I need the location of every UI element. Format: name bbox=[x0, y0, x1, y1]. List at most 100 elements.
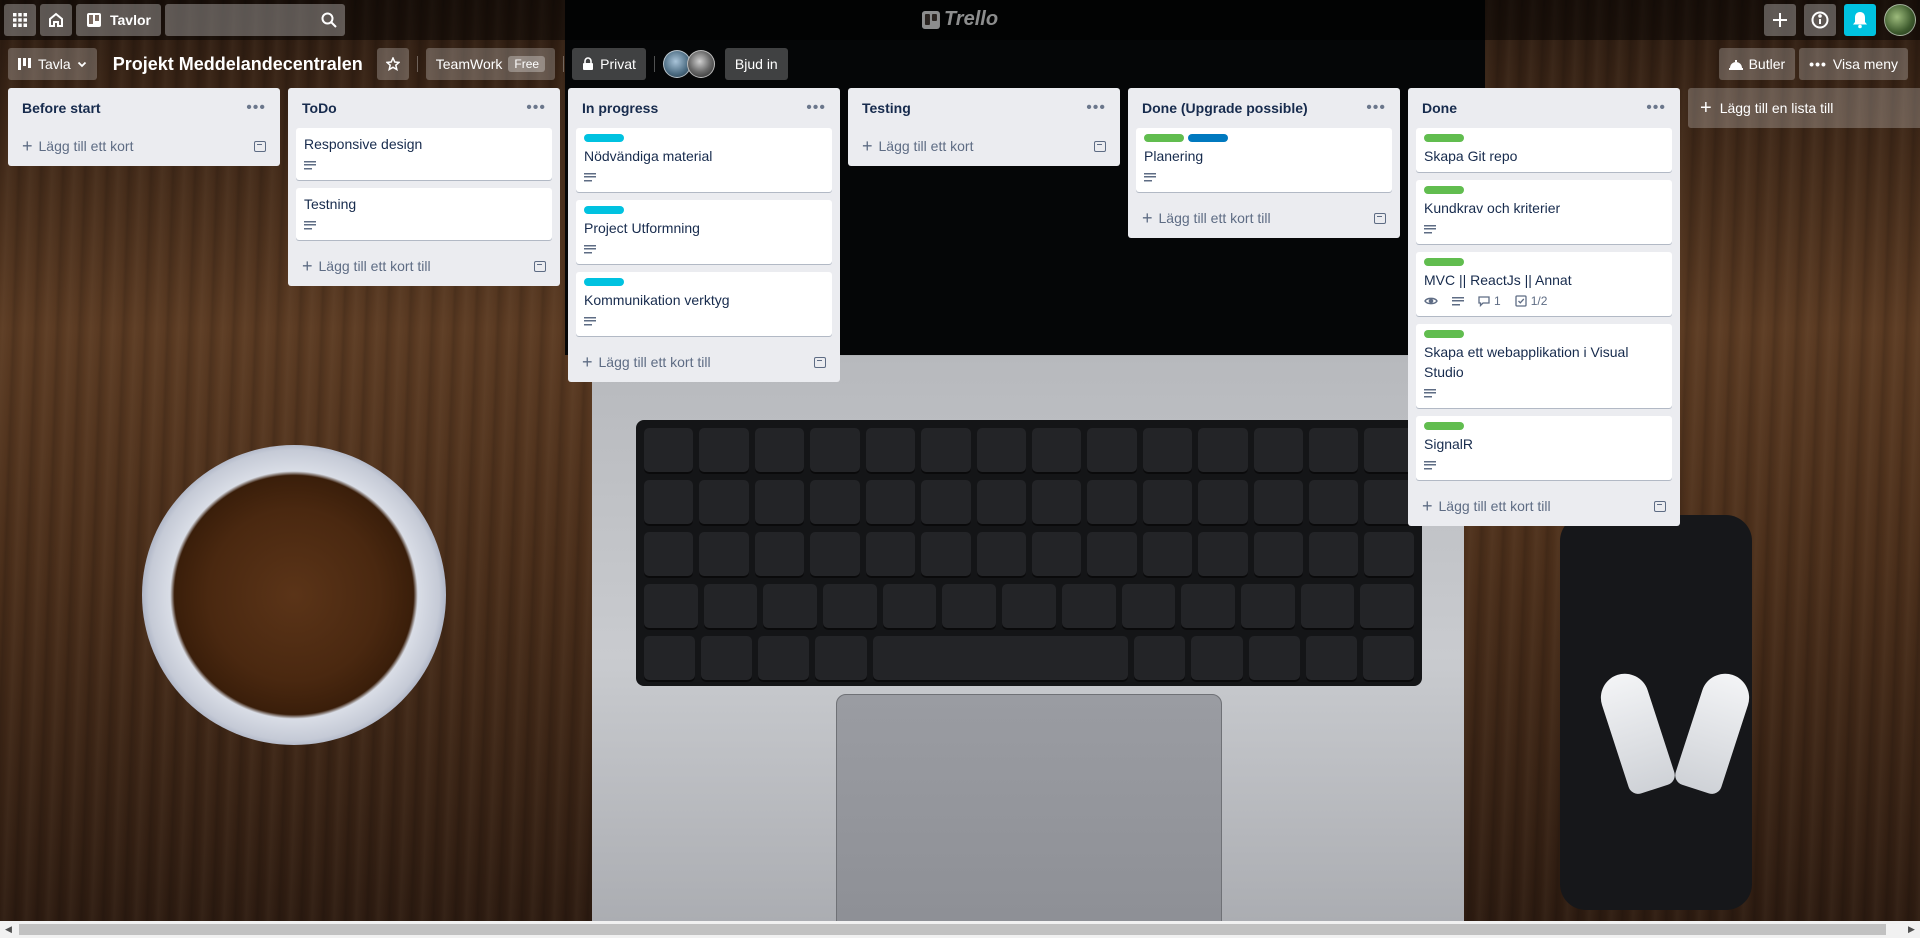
plus-icon bbox=[1773, 13, 1787, 27]
list-menu-icon[interactable]: ••• bbox=[1366, 99, 1386, 117]
card-badges bbox=[1424, 454, 1664, 476]
lock-icon bbox=[583, 57, 594, 70]
card-label[interactable] bbox=[584, 134, 624, 142]
list-menu-icon[interactable]: ••• bbox=[246, 99, 266, 117]
description-icon bbox=[584, 316, 596, 326]
info-icon bbox=[1811, 11, 1829, 29]
create-button[interactable] bbox=[1764, 4, 1796, 36]
card-label[interactable] bbox=[1424, 330, 1464, 338]
scroll-right-arrow-icon[interactable]: ▶ bbox=[1903, 921, 1920, 938]
add-card-button[interactable]: + Lägg till ett kort till bbox=[1416, 488, 1672, 524]
board-title[interactable]: Projekt Meddelandecentralen bbox=[113, 54, 363, 75]
add-card-label: Lägg till ett kort till bbox=[318, 258, 431, 274]
notifications-button[interactable] bbox=[1844, 4, 1876, 36]
butler-button[interactable]: Butler bbox=[1718, 48, 1796, 80]
card-template-icon[interactable] bbox=[254, 140, 266, 152]
card[interactable]: Testning bbox=[296, 188, 552, 240]
list-title[interactable]: In progress bbox=[582, 100, 658, 116]
list-header[interactable]: Before start ••• bbox=[16, 88, 272, 128]
card-template-icon[interactable] bbox=[1094, 140, 1106, 152]
list-header[interactable]: In progress ••• bbox=[576, 88, 832, 128]
boards-button[interactable]: Tavlor bbox=[76, 4, 161, 36]
list-title[interactable]: Testing bbox=[862, 100, 911, 116]
card-label[interactable] bbox=[1424, 422, 1464, 430]
bell-icon bbox=[1853, 12, 1867, 29]
plus-icon: + bbox=[1422, 495, 1433, 516]
add-card-button[interactable]: + Lägg till ett kort till bbox=[296, 248, 552, 284]
card-label[interactable] bbox=[1424, 258, 1464, 266]
list-header[interactable]: ToDo ••• bbox=[296, 88, 552, 128]
plus-icon: + bbox=[862, 135, 873, 156]
card-template-icon[interactable] bbox=[1374, 212, 1386, 224]
add-list-button[interactable]: + Lägg till en lista till bbox=[1688, 88, 1920, 128]
list-in-progress: In progress ••• Nödvändiga material Proj… bbox=[568, 88, 840, 382]
butler-label: Butler bbox=[1748, 56, 1786, 72]
description-icon bbox=[304, 160, 316, 170]
star-board-button[interactable] bbox=[376, 48, 409, 80]
card[interactable]: Planering bbox=[1136, 128, 1392, 192]
add-card-label: Lägg till ett kort till bbox=[1158, 210, 1271, 226]
scroll-track[interactable] bbox=[17, 921, 1903, 938]
horizontal-scrollbar[interactable]: ◀ ▶ bbox=[0, 921, 1920, 938]
trello-logo[interactable]: Trello bbox=[921, 8, 998, 31]
list-menu-icon[interactable]: ••• bbox=[1086, 99, 1106, 117]
list-header[interactable]: Testing ••• bbox=[856, 88, 1112, 128]
scroll-thumb[interactable] bbox=[19, 924, 1887, 935]
plus-icon: + bbox=[22, 135, 33, 156]
invite-button[interactable]: Bjud in bbox=[724, 48, 788, 80]
card[interactable]: Kommunikation verktyg bbox=[576, 272, 832, 336]
card-label[interactable] bbox=[1144, 134, 1184, 142]
apps-switcher-button[interactable] bbox=[4, 4, 36, 36]
card-label[interactable] bbox=[1188, 134, 1228, 142]
card-title: Skapa ett webapplikation i Visual Studio bbox=[1424, 344, 1629, 380]
list-menu-icon[interactable]: ••• bbox=[526, 99, 546, 117]
card[interactable]: SignalR bbox=[1416, 416, 1672, 480]
add-card-button[interactable]: + Lägg till ett kort bbox=[16, 128, 272, 164]
card[interactable]: Skapa Git repo bbox=[1416, 128, 1672, 172]
visibility-button[interactable]: Privat bbox=[572, 48, 646, 80]
card-template-icon[interactable] bbox=[534, 260, 546, 272]
information-button[interactable] bbox=[1804, 4, 1836, 36]
workspace-button[interactable]: TeamWork Free bbox=[425, 48, 556, 80]
card-labels bbox=[1144, 134, 1384, 142]
visibility-label: Privat bbox=[600, 56, 636, 72]
list-menu-icon[interactable]: ••• bbox=[806, 99, 826, 117]
list-title[interactable]: Done (Upgrade possible) bbox=[1142, 100, 1308, 116]
card[interactable]: Kundkrav och kriterier bbox=[1416, 180, 1672, 244]
card-title: Planering bbox=[1144, 148, 1204, 164]
user-avatar[interactable] bbox=[1884, 4, 1916, 36]
card-title: Testning bbox=[304, 196, 357, 212]
card[interactable]: MVC || ReactJs || Annat 1 1/2 bbox=[1416, 252, 1672, 316]
show-menu-button[interactable]: ••• Visa meny bbox=[1799, 48, 1908, 80]
list-header[interactable]: Done ••• bbox=[1416, 88, 1672, 128]
divider bbox=[653, 56, 655, 72]
card-label[interactable] bbox=[584, 206, 624, 214]
card[interactable]: Project Utformning bbox=[576, 200, 832, 264]
card-label[interactable] bbox=[584, 278, 624, 286]
list-header[interactable]: Done (Upgrade possible) ••• bbox=[1136, 88, 1392, 128]
home-button[interactable] bbox=[40, 4, 72, 36]
scroll-left-arrow-icon[interactable]: ◀ bbox=[0, 921, 17, 938]
list-menu-icon[interactable]: ••• bbox=[1646, 99, 1666, 117]
add-card-button[interactable]: + Lägg till ett kort till bbox=[576, 344, 832, 380]
divider bbox=[563, 56, 565, 72]
add-card-button[interactable]: + Lägg till ett kort bbox=[856, 128, 1112, 164]
list-title[interactable]: Done bbox=[1422, 100, 1457, 116]
list-title[interactable]: Before start bbox=[22, 100, 101, 116]
card[interactable]: Skapa ett webapplikation i Visual Studio bbox=[1416, 324, 1672, 408]
board-view-switcher[interactable]: Tavla bbox=[8, 48, 97, 80]
card-badges bbox=[304, 214, 544, 236]
card-template-icon[interactable] bbox=[1654, 500, 1666, 512]
card[interactable]: Responsive design bbox=[296, 128, 552, 180]
search-input[interactable] bbox=[164, 4, 345, 36]
plus-icon: + bbox=[582, 351, 593, 372]
list-title[interactable]: ToDo bbox=[302, 100, 337, 116]
member-avatar[interactable] bbox=[686, 50, 715, 78]
card-label[interactable] bbox=[1424, 134, 1464, 142]
card-template-icon[interactable] bbox=[814, 356, 826, 368]
card-label[interactable] bbox=[1424, 186, 1464, 194]
background-trackpad bbox=[836, 694, 1222, 938]
card[interactable]: Nödvändiga material bbox=[576, 128, 832, 192]
boards-label: Tavlor bbox=[110, 12, 151, 28]
add-card-button[interactable]: + Lägg till ett kort till bbox=[1136, 200, 1392, 236]
